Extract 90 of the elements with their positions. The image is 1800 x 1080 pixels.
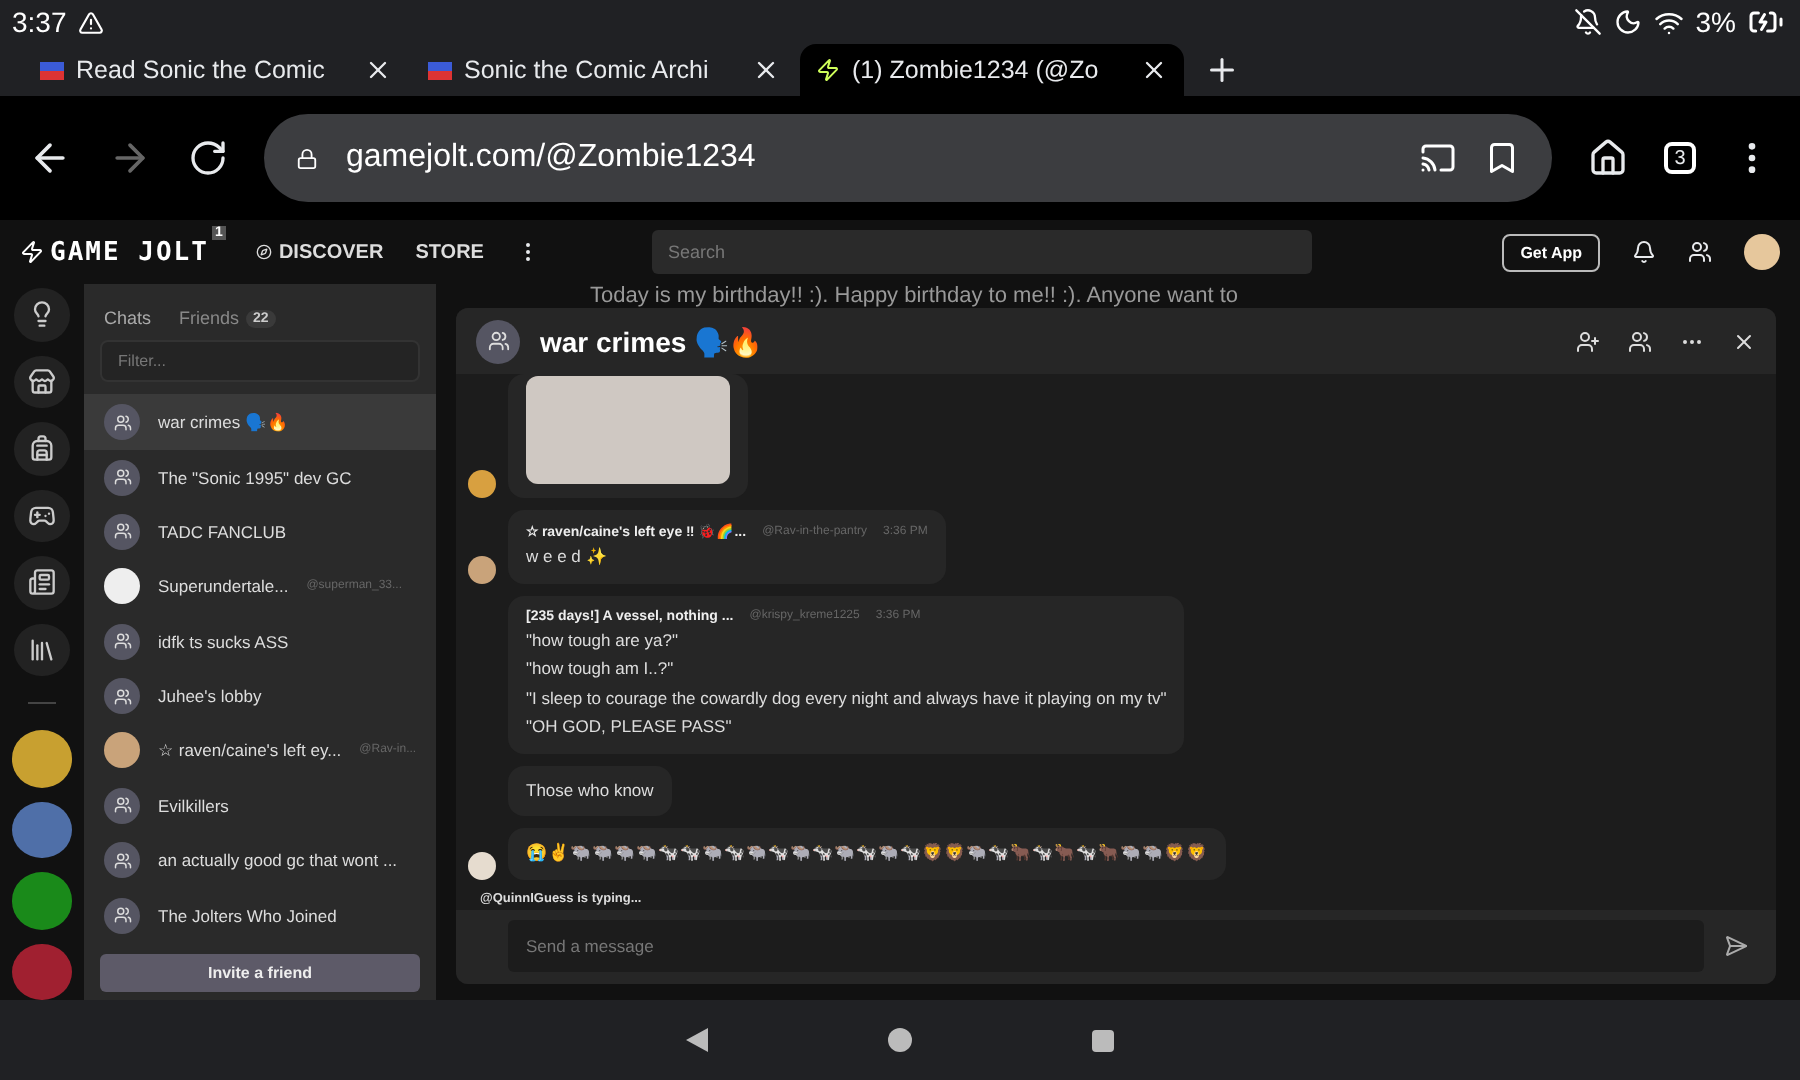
flag-icon [428,61,452,79]
recents-icon[interactable] [1092,1029,1114,1051]
browser-tab[interactable]: Read Sonic the Comic [24,44,408,96]
chat-list-item[interactable]: TADC FANCLUB [84,504,436,560]
moon-icon [1613,8,1642,36]
user-avatar [104,568,140,605]
bookmark-icon[interactable] [1484,140,1520,176]
rail-button[interactable] [14,489,70,543]
gamepad-icon [28,501,56,530]
compass-icon [256,244,273,260]
flag-icon [40,61,64,79]
bolt-icon [20,240,44,264]
members-icon[interactable] [1628,329,1652,354]
close-icon[interactable] [1140,56,1168,84]
chat-list-item[interactable]: Juhee's lobby [84,668,436,724]
chat-list-item[interactable]: Evilkillers [84,778,436,834]
invite-button[interactable]: Invite a friend [100,954,420,992]
rail-button[interactable] [14,288,70,342]
group-icon [487,330,509,353]
bell-icon[interactable] [1632,240,1656,264]
community-avatar[interactable] [12,730,72,788]
group-icon [113,632,131,651]
wifi-icon [1653,7,1684,37]
lock-icon [296,147,318,169]
message-text: "OH GOD, PLEASE PASS" [526,716,734,740]
chat-list-item[interactable]: idfk ts sucks ASS [84,614,436,669]
chat-list-item[interactable]: war crimes 🗣🔥 [84,394,436,450]
chat-list-item[interactable]: The Jolters Who Joined [84,887,436,943]
rail-button[interactable] [14,623,70,677]
group-icon [113,687,131,706]
people-icon[interactable] [1688,240,1712,264]
bell-off-icon [1573,8,1602,36]
group-icon [113,522,131,541]
browser-tab[interactable]: (1) Zombie1234 (@Zo [800,44,1184,96]
chat-title: war crimes 🗣🔥 [540,325,763,358]
nav-link[interactable]: DISCOVER [256,241,384,263]
group-icon [113,851,131,870]
close-icon[interactable] [752,56,780,84]
backpack-icon [28,434,56,463]
user-avatar [468,555,496,584]
rail-button[interactable] [14,556,70,610]
chat-list-item[interactable]: The "Sonic 1995" dev GC [84,449,436,505]
close-icon[interactable] [364,56,392,84]
community-avatar[interactable] [12,801,72,859]
search-field[interactable]: Search [651,230,1312,274]
reload-icon[interactable] [188,138,228,178]
back-icon[interactable] [686,1028,708,1052]
message-text: "how tough are ya?" [526,629,680,653]
group-icon [113,906,131,925]
chat-list-tab[interactable]: Chats [104,308,152,328]
bolt-icon [816,58,840,82]
library-icon [28,636,56,664]
post-text: Today is my birthday!! :). Happy birthday to me!! :). Anyone want to [590,284,1239,308]
group-icon [113,468,131,487]
lightbulb-icon [28,300,56,329]
home-icon[interactable] [888,1028,912,1052]
message-field[interactable]: Send a message [508,920,1704,973]
send-icon[interactable] [1724,934,1748,959]
message-text: w e e d ✨ [526,546,610,570]
community-avatar[interactable] [12,872,72,930]
close-icon[interactable] [1732,329,1756,354]
warning-icon [78,9,105,35]
new-tab-icon[interactable] [1204,52,1240,88]
address-bar[interactable]: gamejolt.com/@Zombie1234 [264,114,1552,202]
group-icon [113,796,131,815]
user-avatar [468,851,496,880]
user-avatar [468,470,496,499]
tab-count[interactable]: 3 [1664,142,1696,174]
filter-field[interactable]: Filter... [100,340,420,383]
message-text: Those who know [526,779,654,803]
user-avatar [104,732,140,769]
get-app-button[interactable]: Get App [1502,233,1600,271]
message-text: "I sleep to courage the cowardly dog every night and always have it playing on my tv" [526,687,1167,711]
chat-list-item[interactable]: an actually good gc that wont ... [84,833,436,888]
avatar[interactable] [1744,234,1780,270]
rail-button[interactable] [14,355,70,409]
battery-percent: 3% [1695,6,1736,38]
newspaper-icon [28,568,56,597]
store-icon [28,367,56,396]
add-user-icon[interactable] [1576,329,1600,354]
clock: 3:37 [12,6,67,38]
rail-button[interactable] [14,422,70,476]
message-text: 😭✌🐃🐃🐃🐃🐄🐄🐃🐄🐃🐄🐃🐄🐃🐄🐃🐄🦁🦁🐃🐄🐂🐄🐂🐄🐂🐃🐃🦁🦁 [526,842,1208,866]
browser-tab[interactable]: Sonic the Comic Archi [412,44,796,96]
cast-icon[interactable] [1420,140,1456,176]
group-icon [113,413,131,432]
message-text: "how tough am I..?" [526,658,676,682]
logo[interactable]: GAME JOLT [20,237,209,267]
home-icon[interactable] [1588,138,1628,178]
nav-link[interactable]: STORE [415,241,484,263]
